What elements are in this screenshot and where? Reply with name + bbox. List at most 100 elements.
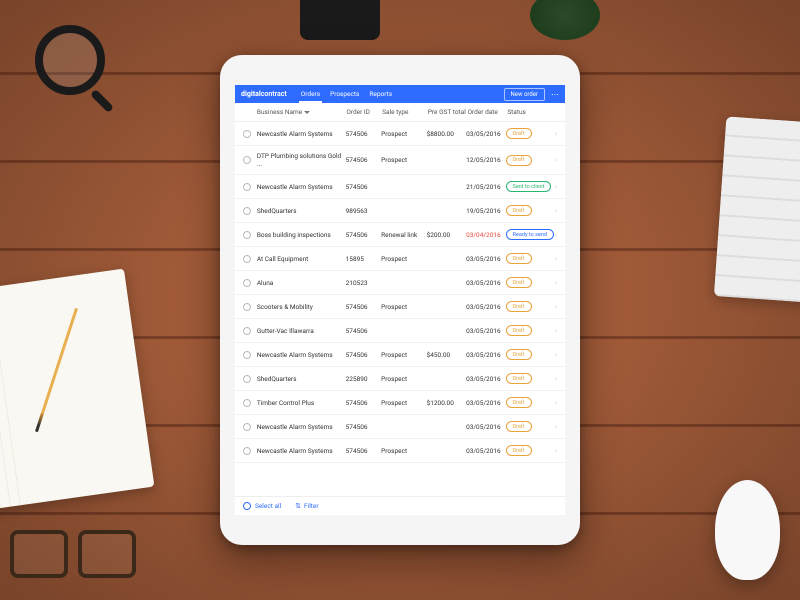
chevron-right-icon[interactable]: ›: [555, 130, 557, 138]
more-icon[interactable]: ⋯: [551, 90, 559, 99]
table-row[interactable]: At Call Equipment15895Prospect03/05/2016…: [235, 247, 565, 271]
col-status[interactable]: Status: [507, 108, 557, 116]
cell-order-date: 19/05/2016: [466, 207, 505, 215]
row-select-radio[interactable]: [243, 130, 251, 138]
chevron-down-icon: [304, 111, 310, 114]
cell-status: Draft: [506, 277, 555, 288]
table-row[interactable]: Timber Control Plus574506Prospect$1200.0…: [235, 391, 565, 415]
cell-status: Draft: [506, 325, 555, 336]
cell-order-date: 03/05/2016: [466, 423, 505, 431]
cell-status: Draft: [506, 421, 555, 432]
table-row[interactable]: ShedQuarters98956319/05/2016Draft›: [235, 199, 565, 223]
chevron-right-icon[interactable]: ›: [555, 183, 557, 191]
cell-order-date: 03/04/2016: [466, 231, 505, 239]
select-all-button[interactable]: Select all: [243, 502, 281, 510]
col-order-date[interactable]: Order date: [468, 108, 508, 116]
cell-order-date: 03/05/2016: [466, 279, 505, 287]
status-badge[interactable]: Draft: [506, 397, 532, 408]
cell-order-id: 574506: [346, 351, 382, 359]
status-badge[interactable]: Draft: [506, 253, 532, 264]
chevron-right-icon[interactable]: ›: [555, 327, 557, 335]
row-select-radio[interactable]: [243, 351, 251, 359]
col-order-id[interactable]: Order ID: [346, 108, 382, 116]
table-row[interactable]: Aluna21052303/05/2016Draft›: [235, 271, 565, 295]
row-select-radio[interactable]: [243, 399, 251, 407]
status-badge[interactable]: Draft: [506, 349, 532, 360]
chevron-right-icon[interactable]: ›: [555, 279, 557, 287]
cell-sale-type: Prospect: [381, 351, 426, 359]
row-select-radio[interactable]: [243, 447, 251, 455]
chevron-right-icon[interactable]: ›: [555, 423, 557, 431]
status-badge[interactable]: Draft: [506, 325, 532, 336]
cell-business-name: Gutter-Vac Illawarra: [257, 327, 346, 335]
cell-order-id: 574506: [346, 303, 382, 311]
row-select-radio[interactable]: [243, 255, 251, 263]
col-sale-type[interactable]: Sale type: [382, 108, 428, 116]
chevron-right-icon[interactable]: ›: [555, 375, 557, 383]
cell-status: Draft: [506, 253, 555, 264]
row-select-radio[interactable]: [243, 375, 251, 383]
table-row[interactable]: DTP Plumbing solutions Gold ...574506Pro…: [235, 146, 565, 175]
table-row[interactable]: Newcastle Alarm Systems574506Prospect$45…: [235, 343, 565, 367]
table-row[interactable]: Newcastle Alarm Systems57450621/05/2016S…: [235, 175, 565, 199]
cell-sale-type: Prospect: [381, 255, 426, 263]
status-badge[interactable]: Draft: [506, 301, 532, 312]
nav-prospects[interactable]: Prospects: [330, 85, 359, 103]
cell-sale-type: Prospect: [381, 303, 426, 311]
filter-button[interactable]: ⇅ Filter: [295, 502, 318, 510]
cell-sale-type: Prospect: [381, 447, 426, 455]
status-badge[interactable]: Draft: [506, 205, 532, 216]
col-business-name[interactable]: Business Name: [257, 108, 346, 116]
status-badge[interactable]: Draft: [506, 128, 532, 139]
cell-order-id: 210523: [346, 279, 382, 287]
chevron-right-icon[interactable]: ›: [555, 231, 557, 239]
row-select-radio[interactable]: [243, 279, 251, 287]
cell-order-date: 03/05/2016: [466, 447, 505, 455]
status-badge[interactable]: Ready to send: [506, 229, 555, 240]
chevron-right-icon[interactable]: ›: [555, 156, 557, 164]
table-row[interactable]: Scooters & Mobility574506Prospect03/05/2…: [235, 295, 565, 319]
chevron-right-icon[interactable]: ›: [555, 351, 557, 359]
table-row[interactable]: Boss building inspections574506Renewal l…: [235, 223, 565, 247]
cell-business-name: Newcastle Alarm Systems: [257, 447, 346, 455]
cell-order-id: 225890: [346, 375, 382, 383]
row-select-radio[interactable]: [243, 327, 251, 335]
cell-business-name: DTP Plumbing solutions Gold ...: [257, 152, 346, 168]
cell-order-date: 03/05/2016: [466, 375, 505, 383]
chevron-right-icon[interactable]: ›: [555, 207, 557, 215]
cell-business-name: At Call Equipment: [257, 255, 346, 263]
table-row[interactable]: Gutter-Vac Illawarra57450603/05/2016Draf…: [235, 319, 565, 343]
status-badge[interactable]: Draft: [506, 373, 532, 384]
cell-business-name: ShedQuarters: [257, 207, 346, 215]
status-badge[interactable]: Draft: [506, 445, 532, 456]
cell-sale-type: Prospect: [381, 399, 426, 407]
table-row[interactable]: Newcastle Alarm Systems57450603/05/2016D…: [235, 415, 565, 439]
cell-status: Draft: [506, 397, 555, 408]
col-pre-gst-total[interactable]: Pre GST total: [428, 108, 468, 116]
status-badge[interactable]: Sent to client: [506, 181, 552, 192]
table-row[interactable]: Newcastle Alarm Systems574506Prospect$88…: [235, 122, 565, 146]
table-row[interactable]: Newcastle Alarm Systems574506Prospect 03/…: [235, 439, 565, 463]
app-header: digitalcontract Orders Prospects Reports…: [235, 85, 565, 103]
status-badge[interactable]: Draft: [506, 277, 532, 288]
row-select-radio[interactable]: [243, 423, 251, 431]
row-select-radio[interactable]: [243, 156, 251, 164]
cell-sale-type: Prospect: [381, 130, 426, 138]
cell-order-id: 574506: [346, 423, 382, 431]
nav-reports[interactable]: Reports: [369, 85, 392, 103]
nav-orders[interactable]: Orders: [301, 85, 320, 103]
table-row[interactable]: ShedQuarters225890Prospect03/05/2016Draf…: [235, 367, 565, 391]
status-badge[interactable]: Draft: [506, 421, 532, 432]
new-order-button[interactable]: New order: [504, 88, 545, 101]
cell-total: $8800.00: [427, 130, 466, 138]
row-select-radio[interactable]: [243, 231, 251, 239]
chevron-right-icon[interactable]: ›: [555, 399, 557, 407]
row-select-radio[interactable]: [243, 207, 251, 215]
chevron-right-icon[interactable]: ›: [555, 447, 557, 455]
row-select-radio[interactable]: [243, 303, 251, 311]
cell-order-id: 574506: [346, 447, 382, 455]
chevron-right-icon[interactable]: ›: [555, 255, 557, 263]
status-badge[interactable]: Draft: [506, 155, 532, 166]
chevron-right-icon[interactable]: ›: [555, 303, 557, 311]
row-select-radio[interactable]: [243, 183, 251, 191]
